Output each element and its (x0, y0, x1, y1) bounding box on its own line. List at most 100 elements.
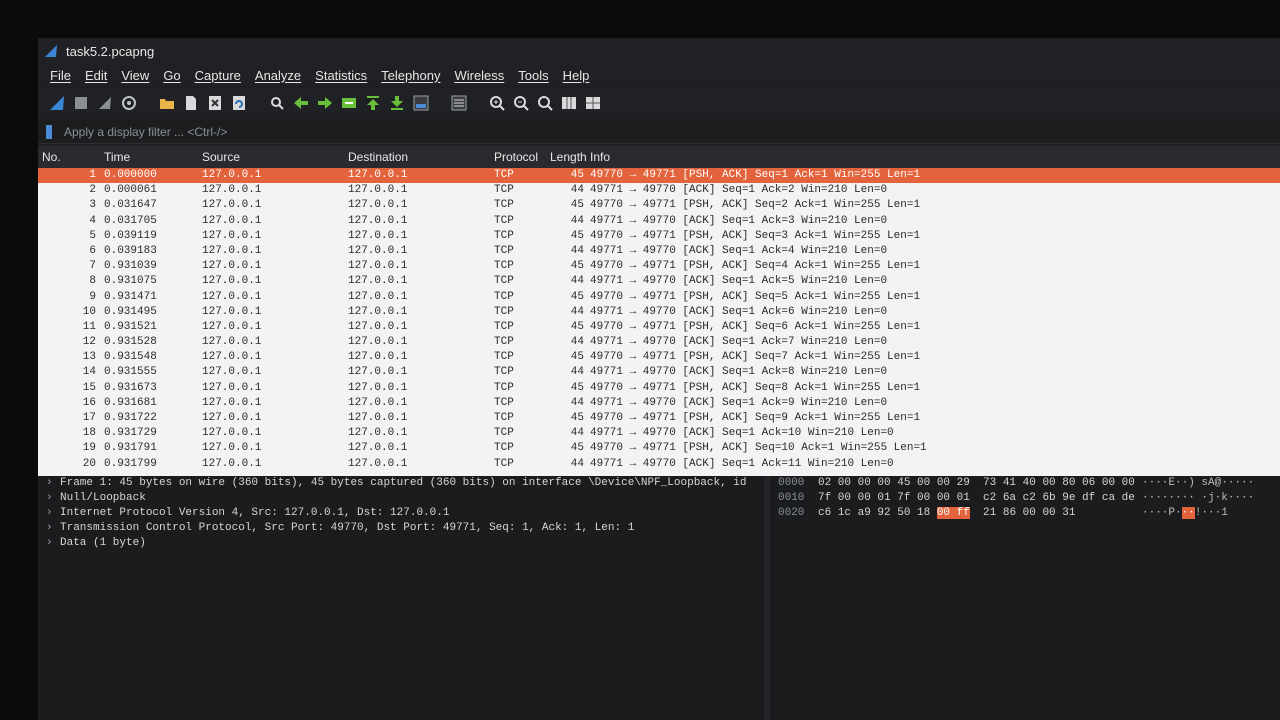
restart-icon[interactable] (96, 94, 114, 112)
cell-source: 127.0.0.1 (202, 214, 262, 227)
packet-row[interactable]: 9 0.931471 127.0.0.1 127.0.0.1 TCP 45 49770 → … (38, 290, 1280, 305)
hex-row[interactable]: 0020 c6 1c a9 92 50 18 00 ff 21 86 00 00… (770, 506, 1280, 521)
close-file-icon[interactable] (206, 94, 224, 112)
cell-protocol: TCP (494, 169, 514, 181)
cell-time: 0.931673 (104, 381, 157, 394)
menu-help[interactable]: Help (563, 68, 590, 83)
cell-info: 49771 → 49770 [ACK] Seq=1 Ack=6 Win=210 … (590, 305, 888, 318)
cell-destination: 127.0.0.1 (348, 290, 408, 303)
menu-view[interactable]: View (121, 68, 149, 83)
go-to-packet-icon[interactable] (340, 94, 358, 112)
cell-destination: 127.0.0.1 (348, 184, 408, 197)
options-icon[interactable] (120, 94, 138, 112)
last-packet-icon[interactable] (388, 94, 406, 112)
packet-row[interactable]: 20 0.931799 127.0.0.1 127.0.0.1 TCP 44 49771 →… (38, 457, 1280, 472)
cell-protocol: TCP (494, 275, 514, 288)
expand-arrow-icon[interactable]: › (46, 491, 60, 506)
packet-row[interactable]: 13 0.931548 127.0.0.1 127.0.0.1 TCP 45 49770 →… (38, 350, 1280, 365)
first-packet-icon[interactable] (364, 94, 382, 112)
column-destination[interactable]: Destination (348, 150, 408, 164)
menu-edit[interactable]: Edit (85, 68, 107, 83)
cell-protocol: TCP (494, 396, 514, 409)
menu-go[interactable]: Go (163, 68, 180, 83)
reload-icon[interactable] (230, 94, 248, 112)
zoom-in-icon[interactable] (488, 94, 506, 112)
expand-arrow-icon[interactable]: › (46, 536, 60, 551)
packet-row[interactable]: 5 0.039119 127.0.0.1 127.0.0.1 TCP 45 49770 → … (38, 229, 1280, 244)
cell-destination: 127.0.0.1 (348, 442, 408, 455)
menu-wireless[interactable]: Wireless (454, 68, 504, 83)
cell-info: 49771 → 49770 [ACK] Seq=1 Ack=7 Win=210 … (590, 336, 888, 349)
packet-row[interactable]: 16 0.931681 127.0.0.1 127.0.0.1 TCP 44 49771 →… (38, 396, 1280, 411)
bookmark-icon[interactable] (46, 124, 52, 139)
stop-icon[interactable] (72, 94, 90, 112)
back-arrow-icon[interactable] (292, 94, 310, 112)
cell-source: 127.0.0.1 (202, 229, 262, 242)
autoscroll-icon[interactable] (412, 94, 430, 112)
detail-null-loopback[interactable]: › Null/Loopback (38, 491, 764, 506)
menu-file[interactable]: File (50, 68, 71, 83)
resize-columns-icon[interactable] (560, 94, 578, 112)
packet-row[interactable]: 17 0.931722 127.0.0.1 127.0.0.1 TCP 45 49770 →… (38, 411, 1280, 426)
packet-row[interactable]: 4 0.031705 127.0.0.1 127.0.0.1 TCP 44 49771 → … (38, 214, 1280, 229)
packet-row[interactable]: 15 0.931673 127.0.0.1 127.0.0.1 TCP 45 49770 →… (38, 381, 1280, 396)
forward-arrow-icon[interactable] (316, 94, 334, 112)
wireshark-window: task5.2.pcapng File Edit View Go Capture… (38, 38, 1280, 720)
packet-row[interactable]: 18 0.931729 127.0.0.1 127.0.0.1 TCP 44 49771 →… (38, 426, 1280, 441)
expand-arrow-icon[interactable]: › (46, 476, 60, 491)
cell-info: 49770 → 49771 [PSH, ACK] Seq=6 Ack=1 Win… (590, 320, 921, 333)
packet-row[interactable]: 7 0.931039 127.0.0.1 127.0.0.1 TCP 45 49770 → … (38, 259, 1280, 274)
cell-destination: 127.0.0.1 (348, 427, 408, 440)
packet-row[interactable]: 2 0.000061 127.0.0.1 127.0.0.1 TCP 44 49771 → … (38, 183, 1280, 198)
column-info[interactable]: Info (590, 150, 610, 164)
packet-row[interactable]: 14 0.931555 127.0.0.1 127.0.0.1 TCP 44 49771 →… (38, 365, 1280, 380)
expand-icon[interactable] (584, 94, 602, 112)
cell-info: 49771 → 49770 [ACK] Seq=1 Ack=5 Win=210 … (590, 275, 888, 288)
cell-protocol: TCP (494, 442, 514, 455)
cell-no: 7 (89, 260, 96, 273)
cell-time: 0.931681 (104, 396, 157, 409)
zoom-out-icon[interactable] (512, 94, 530, 112)
cell-no: 12 (82, 336, 96, 349)
expand-arrow-icon[interactable]: › (46, 506, 60, 521)
save-file-icon[interactable] (182, 94, 200, 112)
detail-ipv4[interactable]: › Internet Protocol Version 4, Src: 127.0… (38, 506, 764, 521)
cell-protocol: TCP (494, 184, 514, 197)
menu-telephony[interactable]: Telephony (381, 68, 440, 83)
cell-protocol: TCP (494, 457, 514, 470)
hex-row[interactable]: 0010 7f 00 00 01 7f 00 00 01 c2 6a c2 6b… (770, 491, 1280, 506)
menu-statistics[interactable]: Statistics (315, 68, 367, 83)
packet-row[interactable]: 19 0.931791 127.0.0.1 127.0.0.1 TCP 45 49770 →… (38, 441, 1280, 456)
column-length[interactable]: Length (550, 150, 587, 164)
column-source[interactable]: Source (202, 150, 240, 164)
menu-tools[interactable]: Tools (518, 68, 548, 83)
shark-fin-start-icon[interactable] (48, 94, 66, 112)
open-folder-icon[interactable] (158, 94, 176, 112)
display-filter-input[interactable] (62, 123, 966, 140)
cell-protocol: TCP (494, 427, 514, 440)
cell-source: 127.0.0.1 (202, 381, 262, 394)
detail-tcp[interactable]: › Transmission Control Protocol, Src Port… (38, 521, 764, 536)
packet-row[interactable]: 8 0.931075 127.0.0.1 127.0.0.1 TCP 44 49771 → … (38, 274, 1280, 289)
column-time[interactable]: Time (104, 150, 130, 164)
colorize-icon[interactable] (450, 94, 468, 112)
packet-row[interactable]: 12 0.931528 127.0.0.1 127.0.0.1 TCP 44 49771 →… (38, 335, 1280, 350)
menu-capture[interactable]: Capture (195, 68, 241, 83)
hex-row[interactable]: 0000 02 00 00 00 45 00 00 29 73 41 40 00… (770, 476, 1280, 491)
column-protocol[interactable]: Protocol (494, 150, 538, 164)
find-icon[interactable] (268, 94, 286, 112)
packet-row[interactable]: 11 0.931521 127.0.0.1 127.0.0.1 TCP 45 49770 →… (38, 320, 1280, 335)
packet-row[interactable]: 1 0.000000 127.0.0.1 127.0.0.1 TCP 45 49770 → … (38, 168, 1280, 184)
cell-length: 45 (570, 442, 584, 455)
detail-frame[interactable]: › Frame 1: 45 bytes on wire (360 bits), 4… (38, 476, 764, 491)
menu-analyze[interactable]: Analyze (255, 68, 301, 83)
column-no[interactable]: No. (42, 150, 61, 164)
display-filter-bar (38, 120, 1280, 144)
expand-arrow-icon[interactable]: › (46, 521, 60, 536)
packet-row[interactable]: 6 0.039183 127.0.0.1 127.0.0.1 TCP 44 49771 → … (38, 244, 1280, 259)
normal-size-icon[interactable] (536, 94, 554, 112)
packet-row[interactable]: 10 0.931495 127.0.0.1 127.0.0.1 TCP 44 49771 →… (38, 305, 1280, 320)
cell-source: 127.0.0.1 (202, 260, 262, 273)
packet-row[interactable]: 3 0.031647 127.0.0.1 127.0.0.1 TCP 45 49770 → … (38, 198, 1280, 213)
detail-data[interactable]: › Data (1 byte) (38, 536, 764, 551)
